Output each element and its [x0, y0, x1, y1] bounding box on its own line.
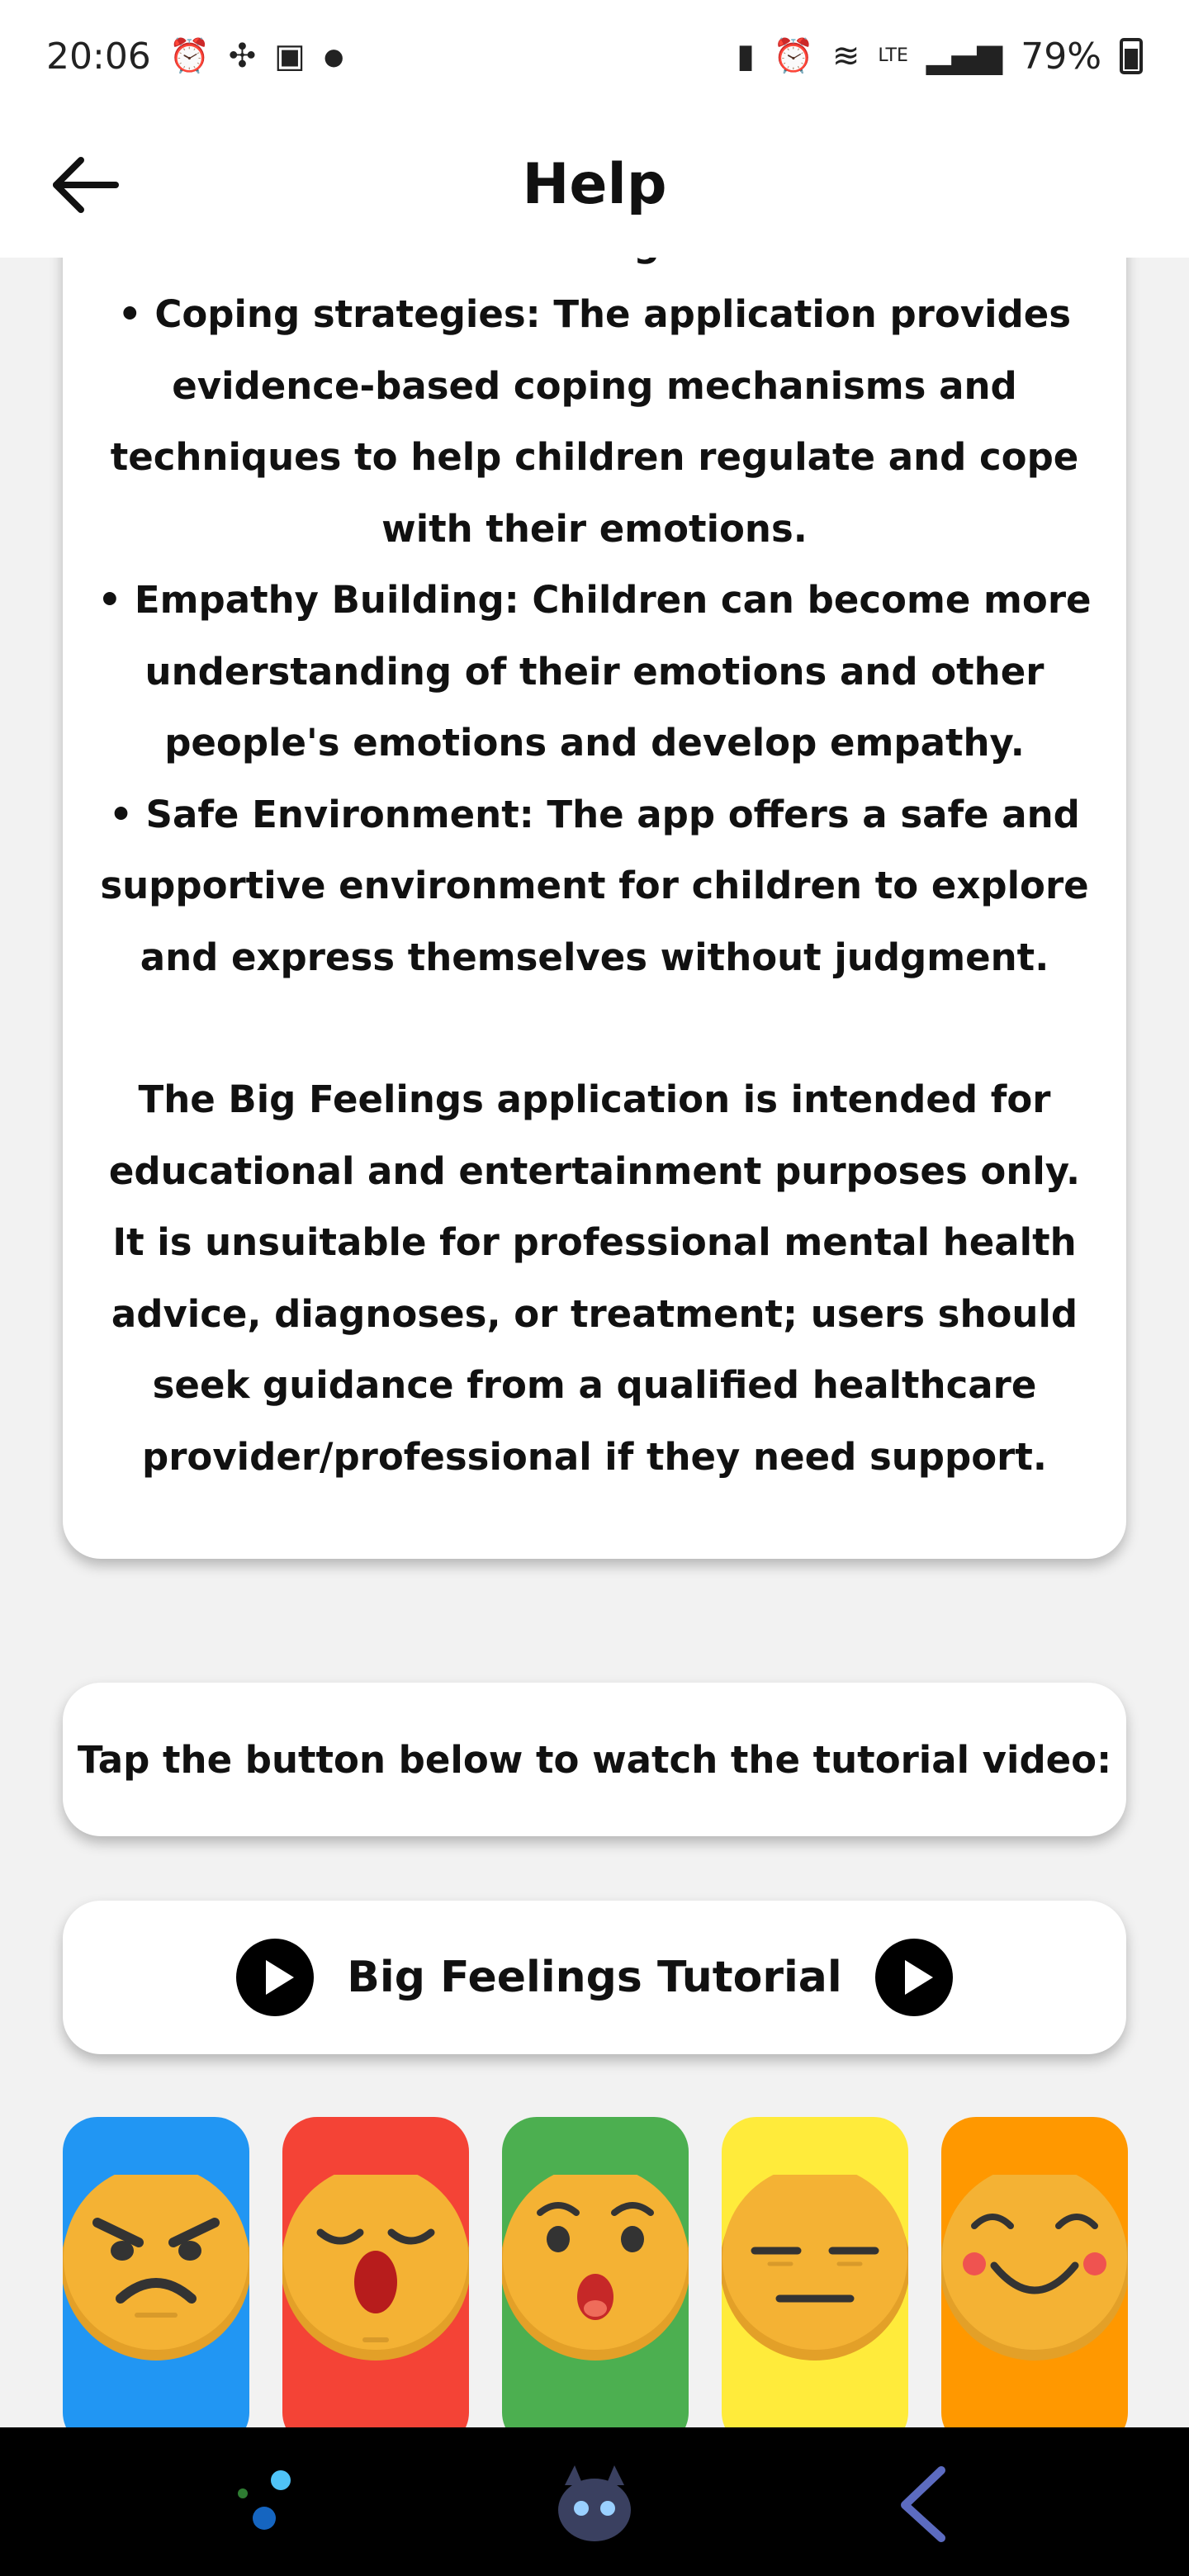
battery-percent: 79%: [1021, 35, 1101, 78]
bullet-coping: • Coping strategies: The application pro…: [110, 292, 1079, 551]
signal-icon: ▂▄▆: [926, 37, 1003, 75]
navigation-bar: [0, 2427, 1189, 2576]
happy-face-icon: [941, 2175, 1128, 2361]
tutorial-prompt-card: Tap the button below to watch the tutori…: [63, 1683, 1126, 1836]
status-bar: 20:06 ⏰ ✣ ▣ ● ▮ ⏰ ≋ LTE ▂▄▆ 79%: [0, 0, 1189, 112]
alarm-icon: ⏰: [773, 37, 814, 75]
notification-dot-icon: ●: [323, 42, 344, 70]
alarm-off-icon: ⏰: [168, 37, 211, 75]
tutorial-video-button[interactable]: Big Feelings Tutorial: [63, 1901, 1126, 2054]
volte-icon: LTE: [878, 45, 908, 66]
angry-face-icon: [63, 2175, 249, 2361]
play-icon: [874, 1939, 953, 2016]
bullet-empathy: • Empathy Building: Children can become …: [97, 578, 1092, 765]
fan-icon: ✣: [228, 37, 257, 75]
emotion-tile-angry[interactable]: [63, 2117, 249, 2427]
app-icon[interactable]: [223, 2452, 322, 2551]
info-card: feeling. • Coping strategies: The applic…: [63, 258, 1126, 1559]
emotion-tile-happy[interactable]: [941, 2117, 1128, 2427]
back-arrow-icon[interactable]: [46, 145, 126, 225]
bullet-safe-environment: • Safe Environment: The app offers a saf…: [100, 792, 1089, 979]
emotion-tile-surprised[interactable]: [502, 2117, 689, 2427]
emotion-tile-tired[interactable]: [282, 2117, 469, 2427]
surprised-face-icon: [502, 2175, 689, 2361]
emotion-tile-neutral[interactable]: [722, 2117, 908, 2427]
yawning-face-icon: [282, 2175, 469, 2361]
disclaimer-text: The Big Feelings application is intended…: [108, 1077, 1081, 1479]
page-title: Help: [522, 152, 667, 217]
play-icon: [236, 1939, 315, 2016]
battery-icon: [1120, 38, 1143, 74]
app-bar: Help: [0, 112, 1189, 258]
device-icon: ▣: [274, 37, 306, 75]
back-gesture-icon[interactable]: [875, 2452, 974, 2551]
info-text: feeling. • Coping strategies: The applic…: [96, 258, 1093, 1493]
neutral-face-icon: [722, 2175, 908, 2361]
emotion-row: [63, 2117, 1128, 2427]
help-content[interactable]: feeling. • Coping strategies: The applic…: [0, 258, 1189, 2427]
status-time: 20:06: [46, 35, 151, 78]
tutorial-button-label: Big Feelings Tutorial: [347, 1953, 842, 2002]
battery-saver-icon: ▮: [736, 37, 755, 75]
wifi-icon: ≋: [831, 37, 860, 75]
info-partial-line: feeling.: [96, 258, 1093, 279]
tutorial-prompt: Tap the button below to watch the tutori…: [77, 1737, 1112, 1782]
dragon-avatar-icon[interactable]: [545, 2452, 644, 2551]
